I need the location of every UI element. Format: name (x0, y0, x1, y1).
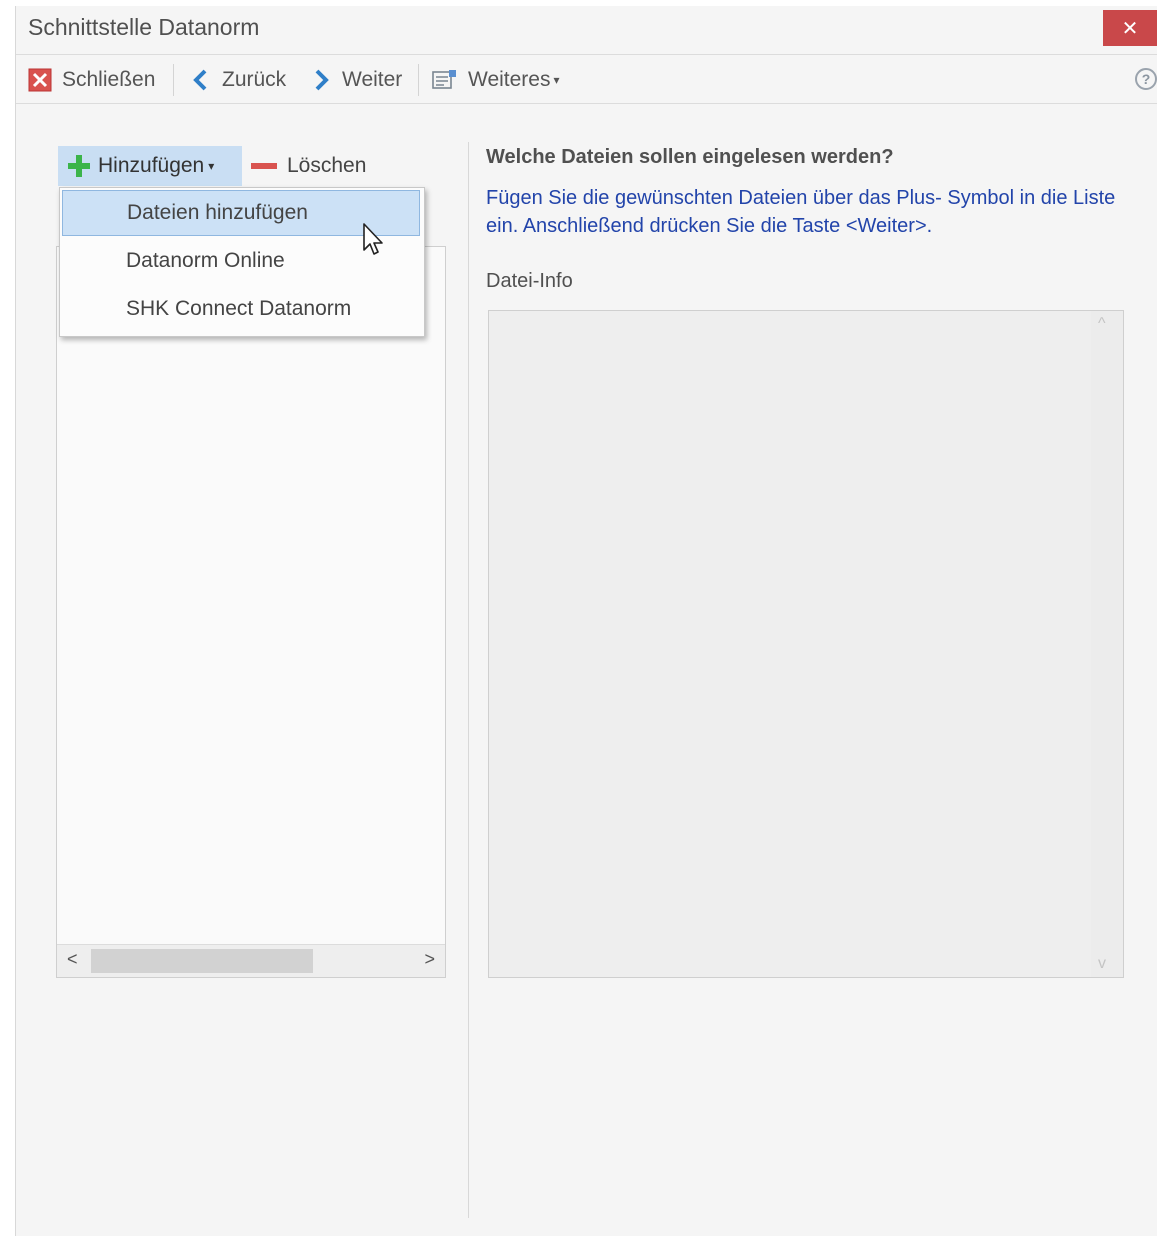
toolbar-separator (173, 64, 174, 96)
add-dropdown-menu: Dateien hinzufügen Datanorm Online SHK C… (59, 187, 425, 337)
chevron-down-icon: ▾ (208, 159, 215, 173)
pane-divider (468, 142, 469, 1218)
add-button[interactable]: Hinzufügen ▾ (58, 146, 242, 186)
chevron-down-icon: ▾ (553, 73, 560, 87)
help-circle-icon[interactable]: ? (1135, 68, 1157, 90)
delete-button[interactable]: Löschen (251, 146, 366, 186)
window-close-button[interactable]: ✕ (1103, 10, 1157, 46)
file-info-box[interactable]: ^ v (488, 310, 1124, 978)
close-icon: ✕ (1121, 17, 1139, 40)
vertical-scrollbar[interactable]: ^ v (1091, 311, 1123, 977)
close-red-box-icon (28, 68, 52, 92)
menu-item-shk-connect-datanorm[interactable]: SHK Connect Datanorm (62, 286, 420, 332)
scroll-right-icon[interactable]: > (424, 949, 435, 970)
scroll-down-icon[interactable]: v (1098, 955, 1106, 973)
back-button[interactable]: Zurück (192, 64, 286, 96)
add-button-label: Hinzufügen (98, 154, 205, 177)
horizontal-scrollbar[interactable]: < > (57, 944, 445, 977)
scroll-up-icon[interactable]: ^ (1098, 315, 1106, 333)
dialog-window: Schnittstelle Datanorm ✕ Schließen Zurüc… (15, 6, 1157, 1236)
delete-button-label: Löschen (287, 154, 367, 177)
document-list-icon (432, 70, 456, 89)
mouse-cursor-icon (363, 223, 383, 255)
back-button-label: Zurück (222, 68, 287, 91)
plus-icon (68, 155, 90, 177)
close-button-label: Schließen (62, 68, 156, 91)
file-list-toolbar: Hinzufügen ▾ Löschen (58, 146, 448, 188)
window-title: Schnittstelle Datanorm (28, 14, 260, 40)
more-button[interactable]: Weiteres ▾ (432, 64, 560, 96)
toolbar: Schließen Zurück Weiter Weiteres ▾ ? (16, 54, 1157, 104)
help-glyph: ? (1141, 71, 1151, 87)
close-button[interactable]: Schließen (28, 64, 155, 96)
next-button[interactable]: Weiter (312, 64, 402, 96)
file-list[interactable]: < > (56, 246, 446, 978)
page-heading: Welche Dateien sollen eingelesen werden? (486, 146, 894, 168)
chevron-right-icon (315, 69, 329, 91)
scrollbar-thumb[interactable] (91, 949, 313, 973)
next-button-label: Weiter (342, 68, 403, 91)
more-button-label: Weiteres (468, 68, 551, 91)
file-info-label: Datei-Info (486, 270, 573, 292)
toolbar-separator (418, 64, 419, 96)
chevron-left-icon (193, 69, 207, 91)
scroll-left-icon[interactable]: < (67, 949, 78, 970)
minus-icon (251, 163, 277, 169)
title-bar: Schnittstelle Datanorm ✕ (16, 6, 1157, 52)
instruction-text: Fügen Sie die gewünschten Dateien über d… (486, 187, 1116, 237)
